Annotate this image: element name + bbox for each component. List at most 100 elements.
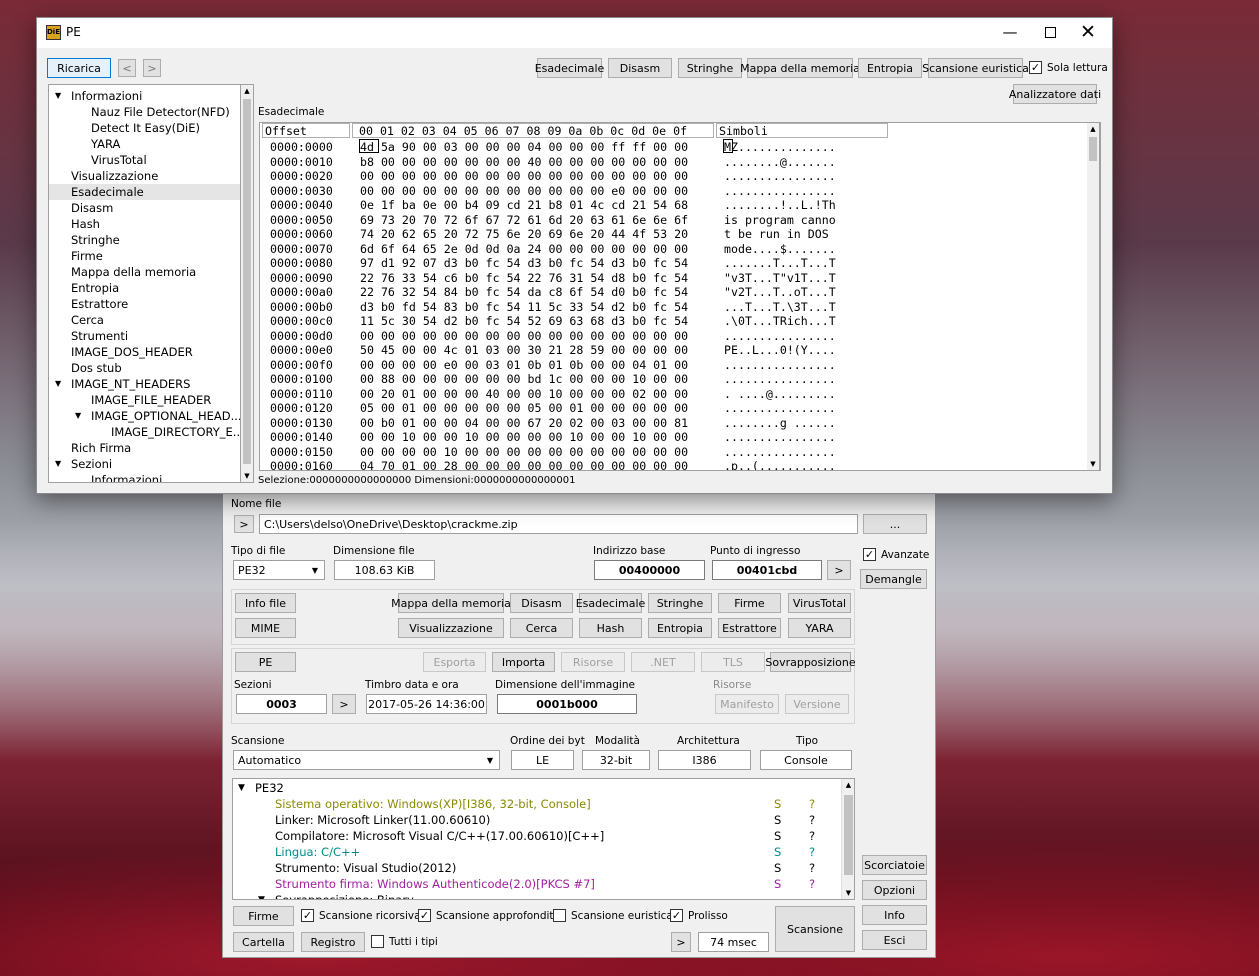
tree-item[interactable]: Dos stub <box>71 360 122 376</box>
tree-item[interactable]: Cerca <box>71 312 104 328</box>
mime-button[interactable]: MIME <box>235 618 296 638</box>
result-signature-marker[interactable]: S <box>774 812 781 828</box>
results-scrollbar[interactable]: ▲ ▼ <box>841 779 854 899</box>
result-signature-marker[interactable]: S <box>774 844 781 860</box>
result-help-marker[interactable]: ? <box>809 828 815 844</box>
result-help-marker[interactable]: ? <box>809 876 815 892</box>
expand-arrow-icon[interactable]: ▼ <box>55 88 61 104</box>
heuristic-scan-checkbox[interactable]: Scansione euristica <box>553 909 673 922</box>
signatures-bottom-button[interactable]: Firme <box>233 906 294 926</box>
hex-bytes[interactable]: 74 20 62 65 20 72 75 6e 20 69 6e 20 44 4… <box>360 227 688 242</box>
hex-symbols[interactable]: ........@....... <box>724 155 836 170</box>
hex-symbols[interactable]: ................ <box>724 372 836 387</box>
tree-item[interactable]: Informazioni <box>71 88 142 104</box>
tree-item[interactable]: Disasm <box>71 200 113 216</box>
result-signature-marker[interactable]: S <box>774 876 781 892</box>
virustotal-button[interactable]: VirusTotal <box>788 593 851 613</box>
minimize-icon[interactable]: — <box>1000 23 1020 43</box>
log-button[interactable]: Registro <box>301 932 365 952</box>
hex-bytes[interactable]: 00 00 00 00 e0 00 03 01 0b 01 0b 00 00 0… <box>360 358 688 373</box>
scroll-thumb[interactable] <box>844 795 853 875</box>
overlay-button[interactable]: Sovrapposizione <box>765 652 856 672</box>
result-signature-marker[interactable]: S <box>774 828 781 844</box>
hex-bytes[interactable]: 00 00 00 00 00 00 00 00 00 00 00 00 e0 0… <box>360 184 688 199</box>
hex-symbols[interactable]: ................ <box>724 430 836 445</box>
export-button[interactable]: Esporta <box>423 652 486 672</box>
file-type-select[interactable]: PE32 ▼ <box>233 560 325 580</box>
hex-bytes[interactable]: 00 b0 01 00 00 04 00 00 67 20 02 00 03 0… <box>360 416 688 431</box>
resources-button[interactable]: Risorse <box>561 652 625 672</box>
hex-symbols[interactable]: "v3T...T"v1T...T <box>724 271 836 286</box>
hex-button[interactable]: Esadecimale <box>576 593 645 613</box>
tool-disasm-button[interactable]: Disasm <box>608 58 672 78</box>
browse-button[interactable]: ... <box>863 514 927 534</box>
strings-button[interactable]: Stringhe <box>648 593 712 613</box>
tool-memory-map-button[interactable]: Mappa della memoria <box>740 58 860 78</box>
disasm-button[interactable]: Disasm <box>510 593 573 613</box>
tree-item[interactable]: Detect It Easy(DiE) <box>91 120 200 136</box>
import-button[interactable]: Importa <box>492 652 555 672</box>
tree-item[interactable]: Stringhe <box>71 232 120 248</box>
expand-arrow-icon[interactable]: ▼ <box>75 408 81 424</box>
hex-symbols[interactable]: .......T...T...T <box>724 256 836 271</box>
tree-item[interactable]: Firme <box>71 248 103 264</box>
hex-symbols[interactable]: MZ.............. <box>724 140 836 155</box>
hex-symbols[interactable]: ...T...T.\3T...T <box>724 300 836 315</box>
tls-button[interactable]: TLS <box>701 652 765 672</box>
tree-item[interactable]: Visualizzazione <box>71 168 158 184</box>
exit-button[interactable]: Esci <box>862 930 927 950</box>
hex-bytes[interactable]: 6d 6f 64 65 2e 0d 0d 0a 24 00 00 00 00 0… <box>360 242 688 257</box>
hex-bytes[interactable]: 04 70 01 00 28 00 00 00 00 00 00 00 00 0… <box>360 459 688 470</box>
hex-bytes[interactable]: 00 00 00 00 00 00 00 00 00 00 00 00 00 0… <box>360 169 688 184</box>
hex-bytes[interactable]: 97 d1 92 07 d3 b0 fc 54 d3 b0 fc 54 d3 b… <box>360 256 688 271</box>
manifest-button[interactable]: Manifesto <box>715 694 779 714</box>
entropy-button[interactable]: Entropia <box>648 618 712 638</box>
tree-item[interactable]: Rich Firma <box>71 440 131 456</box>
result-signature-marker[interactable]: S <box>774 860 781 876</box>
tree-item[interactable]: IMAGE_NT_HEADERS <box>71 376 190 392</box>
search-button[interactable]: Cerca <box>510 618 573 638</box>
result-signature-marker[interactable]: S <box>774 796 781 812</box>
hex-bytes[interactable]: 00 00 00 00 10 00 00 00 00 00 00 00 00 0… <box>360 445 688 460</box>
hex-bytes[interactable]: 69 73 20 70 72 6f 67 72 61 6d 20 63 61 6… <box>360 213 688 228</box>
hex-symbols[interactable]: ................ <box>724 358 836 373</box>
tree-item[interactable]: Sezioni <box>71 456 112 472</box>
file-info-button[interactable]: Info file <box>235 593 296 613</box>
hex-symbols[interactable]: . ....@......... <box>724 387 836 402</box>
file-path-field[interactable]: C:\Users\delso\OneDrive\Desktop\crackme.… <box>259 514 858 534</box>
result-item[interactable]: Strumento firma: Windows Authenticode(2.… <box>275 876 595 892</box>
hex-bytes[interactable]: b8 00 00 00 00 00 00 00 40 00 00 00 00 0… <box>360 155 688 170</box>
entry-point-button[interactable]: > <box>827 560 851 580</box>
data-inspector-button[interactable]: Analizzatore dati <box>1009 84 1101 104</box>
scan-button[interactable]: Scansione <box>775 906 855 952</box>
hex-bytes[interactable]: 50 45 00 00 4c 01 03 00 30 21 28 59 00 0… <box>360 343 688 358</box>
hex-bytes[interactable]: 22 76 33 54 c6 b0 fc 54 22 76 31 54 d8 b… <box>360 271 688 286</box>
scroll-down-icon[interactable]: ▼ <box>241 470 253 482</box>
tree-item[interactable]: Informazioni <box>91 472 162 482</box>
result-item[interactable]: Compilatore: Microsoft Visual C/C++(17.0… <box>275 828 604 844</box>
time-history-button[interactable]: > <box>671 932 691 952</box>
hex-symbols[interactable]: is program canno <box>724 213 836 228</box>
hex-bytes[interactable]: 0e 1f ba 0e 00 b4 09 cd 21 b8 01 4c cd 2… <box>360 198 688 213</box>
tree-item[interactable]: IMAGE_FILE_HEADER <box>91 392 211 408</box>
hex-bytes[interactable]: 00 00 10 00 00 10 00 00 00 00 10 00 00 1… <box>360 430 688 445</box>
hex-bytes[interactable]: 00 88 00 00 00 00 00 00 bd 1c 00 00 00 1… <box>360 372 688 387</box>
info-button[interactable]: Info <box>862 905 927 925</box>
forward-button[interactable]: > <box>143 59 161 77</box>
result-item[interactable]: Lingua: C/C++ <box>275 844 360 860</box>
hex-symbols[interactable]: ........g ...... <box>724 416 836 431</box>
recursive-scan-checkbox[interactable]: ✓ Scansione ricorsiva <box>301 909 421 922</box>
hex-symbols[interactable]: PE..L...0!(Y.... <box>724 343 836 358</box>
extractor-button[interactable]: Estrattore <box>718 618 781 638</box>
hex-symbols[interactable]: mode....$....... <box>724 242 836 257</box>
hex-symbols[interactable]: t be run in DOS <box>724 227 836 242</box>
expand-arrow-icon[interactable]: ▼ <box>55 376 61 392</box>
demangle-button[interactable]: Demangle <box>860 569 927 589</box>
scroll-up-icon[interactable]: ▲ <box>843 779 854 791</box>
hex-symbols[interactable]: ................ <box>724 329 836 344</box>
hash-button[interactable]: Hash <box>579 618 642 638</box>
expand-arrow-icon[interactable]: ▼ <box>55 456 61 472</box>
readonly-checkbox[interactable]: ✓ Sola lettura <box>1029 61 1108 74</box>
scroll-up-icon[interactable]: ▲ <box>241 85 253 97</box>
scan-mode-select[interactable]: Automatico ▼ <box>233 750 500 770</box>
